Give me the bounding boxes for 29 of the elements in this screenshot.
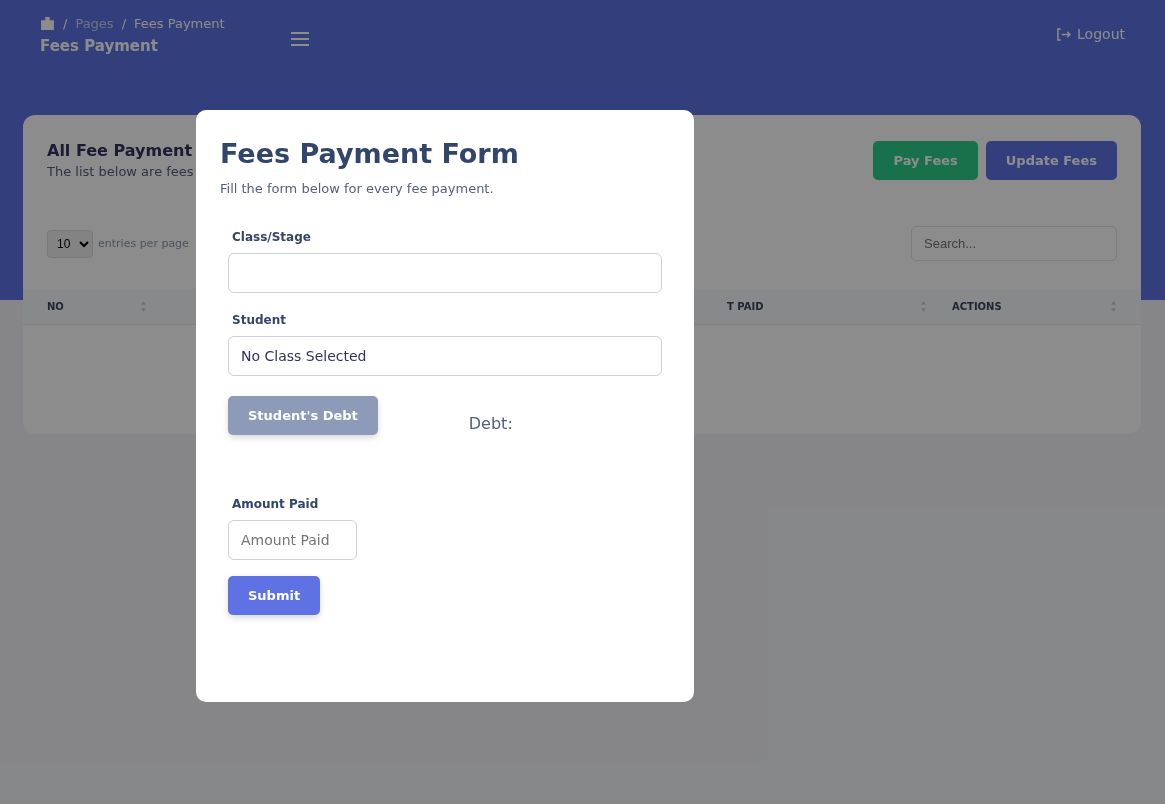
modal-subtitle: Fill the form below for every fee payment. — [220, 181, 495, 196]
column-header[interactable]: ACTIONS — [952, 301, 1002, 312]
entries-label: entries per page — [98, 237, 189, 250]
sort-icon[interactable] — [1110, 301, 1117, 312]
logout-icon — [1056, 27, 1072, 41]
search-field[interactable]: Search... — [911, 226, 1117, 261]
amount-field[interactable]: Amount Paid — [228, 520, 357, 560]
column-header[interactable]: NO — [47, 301, 64, 312]
breadcrumb-separator: / — [63, 16, 68, 31]
breadcrumb-item: Fees Payment — [134, 16, 225, 31]
student-field[interactable]: No Class Selected — [228, 336, 662, 376]
field-label: Student — [232, 313, 287, 327]
field-label: Class/Stage — [232, 230, 312, 244]
logout-button[interactable]: Logout — [1056, 26, 1125, 42]
submit-button[interactable]: Submit — [228, 576, 321, 615]
action-button[interactable]: Update Fees — [985, 141, 1117, 180]
column-header[interactable]: T PAID — [727, 301, 764, 312]
class-field[interactable] — [228, 253, 662, 293]
card-title: All Fee Payment — [47, 141, 194, 160]
card-subtitle: The list below are fees — [47, 164, 194, 179]
debt-label: Debt: — [468, 414, 513, 433]
breadcrumb-separator: / — [121, 16, 127, 31]
field-label: Amount Paid — [232, 497, 320, 511]
entries-select[interactable]: 10 — [47, 229, 93, 258]
sort-icon[interactable] — [920, 301, 927, 312]
modal-title: Fees Payment Form — [220, 138, 520, 169]
page-title: Fees Payment — [40, 37, 159, 55]
sort-icon[interactable] — [140, 301, 147, 312]
menu-icon[interactable] — [290, 32, 309, 46]
